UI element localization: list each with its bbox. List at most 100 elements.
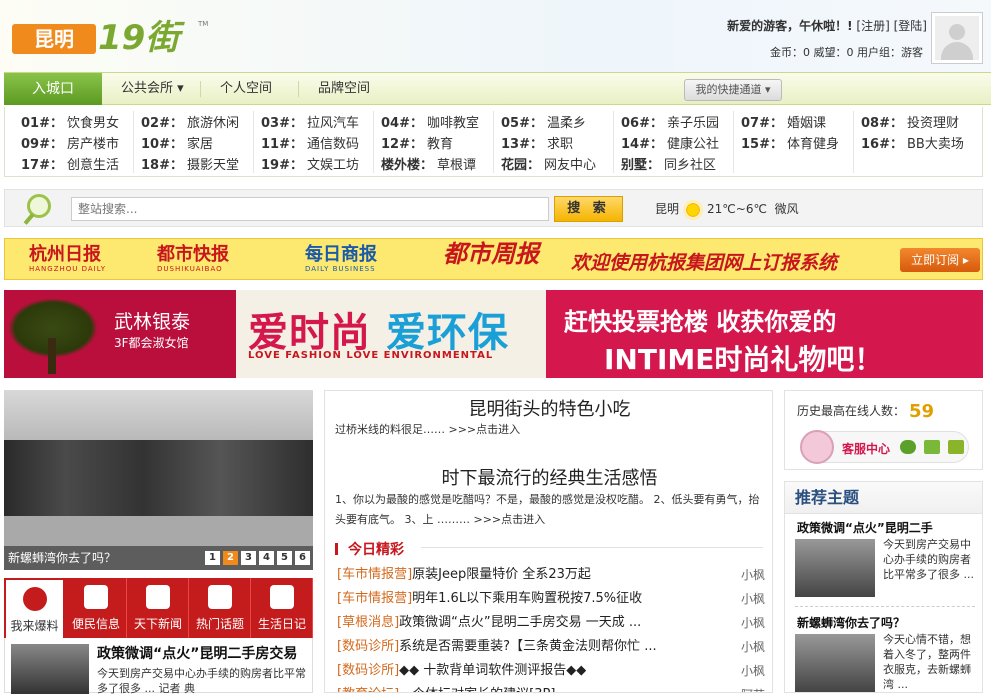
forum-link[interactable]: 06#： 亲子乐园 <box>621 113 739 134</box>
quick-access-dropdown[interactable]: 我的快捷通道 ▾ <box>684 79 782 101</box>
tab-label: 热门话题 <box>195 617 244 631</box>
news-author[interactable]: 阿苗 <box>741 683 765 692</box>
search-button[interactable]: 搜 索 <box>554 196 623 222</box>
news-author[interactable]: 小枫 <box>741 611 765 635</box>
feature-snacks-text[interactable]: 过桥米线的料很足…… >>>点击进入 <box>335 421 520 437</box>
forum-column: 07#： 婚姻课 15#： 体育健身 <box>741 113 859 155</box>
news-category[interactable]: [草根消息] <box>337 615 399 630</box>
notes-icon[interactable] <box>948 440 964 454</box>
forum-link[interactable]: 花园： 网友中心 <box>501 155 619 176</box>
forum-name: 求职 <box>546 137 573 152</box>
news-title[interactable]: 一个体坛对家长的建议[3P] <box>399 687 555 692</box>
forum-link[interactable]: 15#： 体育健身 <box>741 134 859 155</box>
slider-page-button[interactable]: 4 <box>259 551 274 565</box>
customer-service-button[interactable]: 客服中心 <box>800 430 969 464</box>
register-link[interactable]: [注册] <box>856 19 889 33</box>
recommended-item[interactable]: 新螺蛳湾你去了吗？ 今天心情不错，想着入冬了，整两件衣服克，去新螺蛳湾 ... <box>785 610 982 692</box>
tab-4[interactable]: 生活日记 <box>252 578 313 638</box>
news-author[interactable]: 小枫 <box>741 563 765 587</box>
slider-page-button[interactable]: 3 <box>241 551 256 565</box>
search-bar: 搜 索 昆明 21℃~6℃ 微风 <box>4 189 983 227</box>
recommended-item[interactable]: 政策微调“点火”昆明二手 今天到房产交易中心办手续的购房者比平常多了很多 ... <box>785 515 982 601</box>
news-title[interactable]: 明年1.6L以下乘用车购置税按7.5%征收 <box>412 591 642 606</box>
intime-fashion-banner[interactable]: 武林银泰 3F都会淑女馆 爱时尚 爱环保 LOVE FASHION LOVE E… <box>4 290 983 378</box>
forum-link[interactable]: 16#： BB大卖场 <box>861 134 979 155</box>
news-title[interactable]: ◆◆ 十款背单词软件测评报告◆◆ <box>399 663 586 678</box>
forum-link[interactable]: 09#： 房产楼市 <box>21 134 139 155</box>
news-row[interactable]: [教育论坛]一个体坛对家长的建议[3P] 阿苗 <box>337 683 765 692</box>
slider-page-button[interactable]: 6 <box>295 551 310 565</box>
news-title[interactable]: 系统是否需要重装?【三条黄金法则帮你忙 ... <box>399 639 656 654</box>
forum-link[interactable]: 13#： 求职 <box>501 134 619 155</box>
news-author[interactable]: 小枫 <box>741 587 765 611</box>
forum-link[interactable]: 04#： 咖啡教室 <box>381 113 499 134</box>
forum-link[interactable]: 14#： 健康公社 <box>621 134 739 155</box>
nav-brand-space[interactable]: 品牌空间 <box>318 73 370 105</box>
category-tabs: 我来爆料 便民信息 天下新闻 热门话题 生活日记 <box>4 578 313 638</box>
news-title[interactable]: 原装Jeep限量特价 全系23万起 <box>412 567 591 582</box>
subscribe-now-button[interactable]: 立即订阅 ▸ <box>900 248 980 272</box>
phone-icon[interactable] <box>900 440 916 454</box>
slider-page-button[interactable]: 1 <box>205 551 220 565</box>
news-title[interactable]: 政策微调“点火”昆明二手房交易 <box>97 643 297 663</box>
forum-link[interactable]: 19#： 文娱工坊 <box>261 155 379 176</box>
banner-right-line1: 赶快投票抢楼 收获你爱的 <box>564 308 837 336</box>
recommended-item-title[interactable]: 政策微调“点火”昆明二手 <box>797 519 933 536</box>
tab-0[interactable]: 我来爆料 <box>4 578 65 638</box>
news-category[interactable]: [车市情报营] <box>337 567 412 582</box>
news-row[interactable]: [数码诊所]系统是否需要重装?【三条黄金法则帮你忙 ... 小枫 <box>337 635 765 659</box>
forum-link[interactable]: 08#： 投资理财 <box>861 113 979 134</box>
recommended-item-title[interactable]: 新螺蛳湾你去了吗？ <box>797 614 905 631</box>
left-news-item[interactable]: 政策微调“点火”昆明二手房交易 今天到房产交易中心办手续的购房者比平常多了很多 … <box>4 638 313 695</box>
forum-link[interactable]: 03#： 拉风汽车 <box>261 113 379 134</box>
recommended-title: 推荐主题 <box>785 482 982 514</box>
forum-link[interactable]: 07#： 婚姻课 <box>741 113 859 134</box>
avatar[interactable] <box>931 12 983 64</box>
nav-public-club[interactable]: 公共会所 ▾ <box>121 73 184 105</box>
news-row[interactable]: [车市情报营]明年1.6L以下乘用车购置税按7.5%征收 小枫 <box>337 587 765 611</box>
forum-column-divider <box>133 111 134 173</box>
site-logo[interactable]: 昆明 19街 TM <box>12 18 212 60</box>
forum-number: 01#： <box>21 116 63 131</box>
nav-home[interactable]: 入城口 <box>4 73 102 105</box>
mail-icon[interactable] <box>924 440 940 454</box>
forum-number: 10#： <box>141 137 183 152</box>
news-author[interactable]: 小枫 <box>741 635 765 659</box>
news-row[interactable]: [车市情报营]原装Jeep限量特价 全系23万起 小枫 <box>337 563 765 587</box>
forum-link[interactable]: 10#： 家居 <box>141 134 259 155</box>
recommended-item-thumbnail[interactable] <box>795 634 875 692</box>
tab-3[interactable]: 热门话题 <box>190 578 251 638</box>
slider-page-button[interactable]: 2 <box>223 551 238 565</box>
recommended-item-thumbnail[interactable] <box>795 539 875 597</box>
photo-slider[interactable]: 新螺蛳湾你去了吗？ 123456 <box>4 390 313 570</box>
news-category[interactable]: [教育论坛] <box>337 687 399 692</box>
feature-heading-snacks[interactable]: 昆明街头的特色小吃 <box>325 395 772 421</box>
forum-link[interactable]: 05#： 温柔乡 <box>501 113 619 134</box>
forum-column: 05#： 温柔乡 13#： 求职 花园： 网友中心 <box>501 113 619 176</box>
news-title[interactable]: 政策微调“点火”昆明二手房交易 一天成 ... <box>399 615 641 630</box>
forum-link[interactable]: 18#： 摄影天堂 <box>141 155 259 176</box>
forum-link[interactable]: 01#： 饮食男女 <box>21 113 139 134</box>
news-thumbnail <box>11 644 89 694</box>
forum-link[interactable]: 12#： 教育 <box>381 134 499 155</box>
newspaper-subscription-banner[interactable]: 杭州日报 HANGZHOU DAILY 都市快报 DUSHIKUAIBAO 每日商报… <box>4 238 983 280</box>
news-category[interactable]: [数码诊所] <box>337 663 399 678</box>
forum-link[interactable]: 17#： 创意生活 <box>21 155 139 176</box>
tab-1[interactable]: 便民信息 <box>66 578 127 638</box>
login-link[interactable]: [登陆] <box>894 19 927 33</box>
feature-life-text[interactable]: 1、你以为最酸的感觉是吃醋吗？不是，最酸的感觉是没权吃醋。 2、低头要有勇气，抬… <box>335 490 765 530</box>
news-row[interactable]: [数码诊所]◆◆ 十款背单词软件测评报告◆◆ 小枫 <box>337 659 765 683</box>
forum-link[interactable]: 别墅： 同乡社区 <box>621 155 739 176</box>
forum-link[interactable]: 楼外楼： 草根谭 <box>381 155 499 176</box>
forum-link[interactable]: 02#： 旅游休闲 <box>141 113 259 134</box>
news-row[interactable]: [草根消息]政策微调“点火”昆明二手房交易 一天成 ... 小枫 <box>337 611 765 635</box>
forum-link[interactable]: 11#： 通信数码 <box>261 134 379 155</box>
news-category[interactable]: [车市情报营] <box>337 591 412 606</box>
nav-personal-space[interactable]: 个人空间 <box>220 73 272 105</box>
slider-page-button[interactable]: 5 <box>277 551 292 565</box>
tab-2[interactable]: 天下新闻 <box>128 578 189 638</box>
feature-heading-life[interactable]: 时下最流行的经典生活感悟 <box>325 464 772 490</box>
news-category[interactable]: [数码诊所] <box>337 639 399 654</box>
news-author[interactable]: 小枫 <box>741 659 765 683</box>
search-input[interactable] <box>71 197 549 221</box>
